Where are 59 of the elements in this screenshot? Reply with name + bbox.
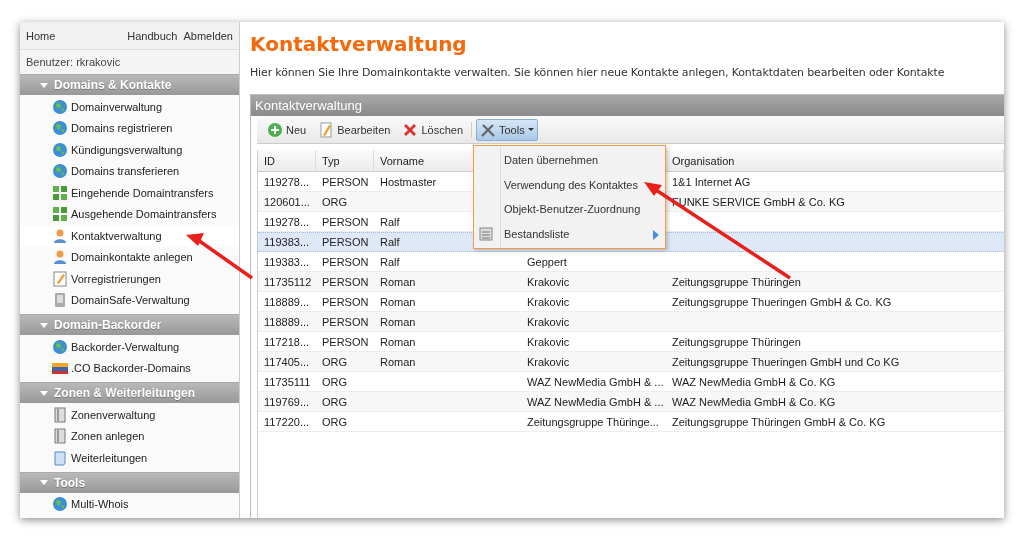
table-cell-text: PERSON xyxy=(321,275,370,288)
table-cell-text: PERSON xyxy=(321,335,370,348)
table-cell-text: 119383... xyxy=(263,255,311,268)
table-cell-text: 118889... xyxy=(263,315,311,328)
table-cell-text: Roman xyxy=(379,275,417,288)
table-cell-text: Zeitungsgruppe Thueringen GmbH und Co KG xyxy=(671,355,901,368)
table-cell-text: 120601... xyxy=(263,195,311,208)
table-cell-text: ORG xyxy=(321,415,349,428)
table-cell-text: 117220... xyxy=(263,415,311,428)
table-cell-text: 11735112 xyxy=(263,275,313,288)
table-cell-text: PERSON xyxy=(321,315,370,328)
table-cell-text: PERSON xyxy=(321,175,370,188)
table-cell-text: Roman xyxy=(379,315,417,328)
table-cell-text: 1&1 Internet AG xyxy=(671,175,752,188)
table-cell-text: Zeitungsgruppe Thueringen GmbH & Co. KG xyxy=(671,295,893,308)
panel-title: Kontaktverwaltung xyxy=(251,95,1004,116)
table-cell-text: Roman xyxy=(379,355,417,368)
description-text: Hier können Sie Ihre Domainkontakte verwalten. Sie können hier neue Kontakte anlegen, Kontaktdaten bearbeiten oder Kontakte xyxy=(250,66,946,79)
table-cell-text: Roman xyxy=(379,295,417,308)
table-cell-text: Krakovic xyxy=(526,315,571,328)
table-cell-text: ORG xyxy=(321,395,349,408)
table-cell-text: Ralf xyxy=(379,236,401,248)
table-cell-text: Krakovic xyxy=(526,335,571,348)
table-cell-text: Roman xyxy=(379,335,417,348)
group-title: Domain-Backorder xyxy=(54,318,162,332)
table-cell-text: ORG xyxy=(321,195,349,208)
table-cell-text: Geppert xyxy=(526,255,568,268)
table-cell-text: WAZ NewMedia GmbH & ... xyxy=(526,395,665,408)
table-cell-text: Ralf xyxy=(379,255,401,268)
table-cell-text: WAZ NewMedia GmbH & Co. KG xyxy=(671,395,837,408)
table-cell-text: WAZ NewMedia GmbH & Co. KG xyxy=(671,375,837,388)
table-cell-text: Zeitungsgruppe Thüringen xyxy=(671,275,802,288)
table-cell-text: Zeitungsgruppe Thüringen xyxy=(671,335,802,348)
table-cell-text: WAZ NewMedia GmbH & ... xyxy=(526,375,665,388)
table-cell-text: Zeitungsgruppe Thüringe... xyxy=(526,415,660,428)
table-cell-text: Ralf xyxy=(379,215,401,228)
table-cell-text: Krakovic xyxy=(526,275,571,288)
table-cell-text: Krakovic xyxy=(526,295,571,308)
table-cell-text: 118889... xyxy=(263,295,311,308)
table-cell-text: ORG xyxy=(321,375,349,388)
table-cell-text: 117405... xyxy=(263,355,311,368)
table-cell-text: 117218... xyxy=(263,335,311,348)
table-cell-text: ORG xyxy=(321,355,349,368)
table-cell-text: PERSON xyxy=(321,255,370,268)
table-cell-text: PERSON xyxy=(321,215,370,228)
user-label: Benutzer: rkrakovic xyxy=(25,55,122,70)
group-title: Domains & Kontakte xyxy=(54,78,172,92)
table-cell-text: 119278... xyxy=(263,175,311,188)
table-cell-text: Zeitungsgruppe Thüringen GmbH & Co. KG xyxy=(671,415,887,428)
table-cell-text: 119769... xyxy=(263,395,311,408)
table-cell-text: 119278... xyxy=(263,215,311,228)
table-cell-text: Krakovic xyxy=(526,355,571,368)
group-title: Zonen & Weiterleitungen xyxy=(54,386,196,400)
table-cell-text: PERSON xyxy=(321,236,370,248)
table-cell-text: 119383... xyxy=(263,236,311,248)
page-title: Kontaktverwaltung xyxy=(250,32,468,56)
table-cell-text: PERSON xyxy=(321,295,370,308)
table-cell-text: 11735111 xyxy=(263,375,312,388)
group-title: Tools xyxy=(54,475,86,490)
